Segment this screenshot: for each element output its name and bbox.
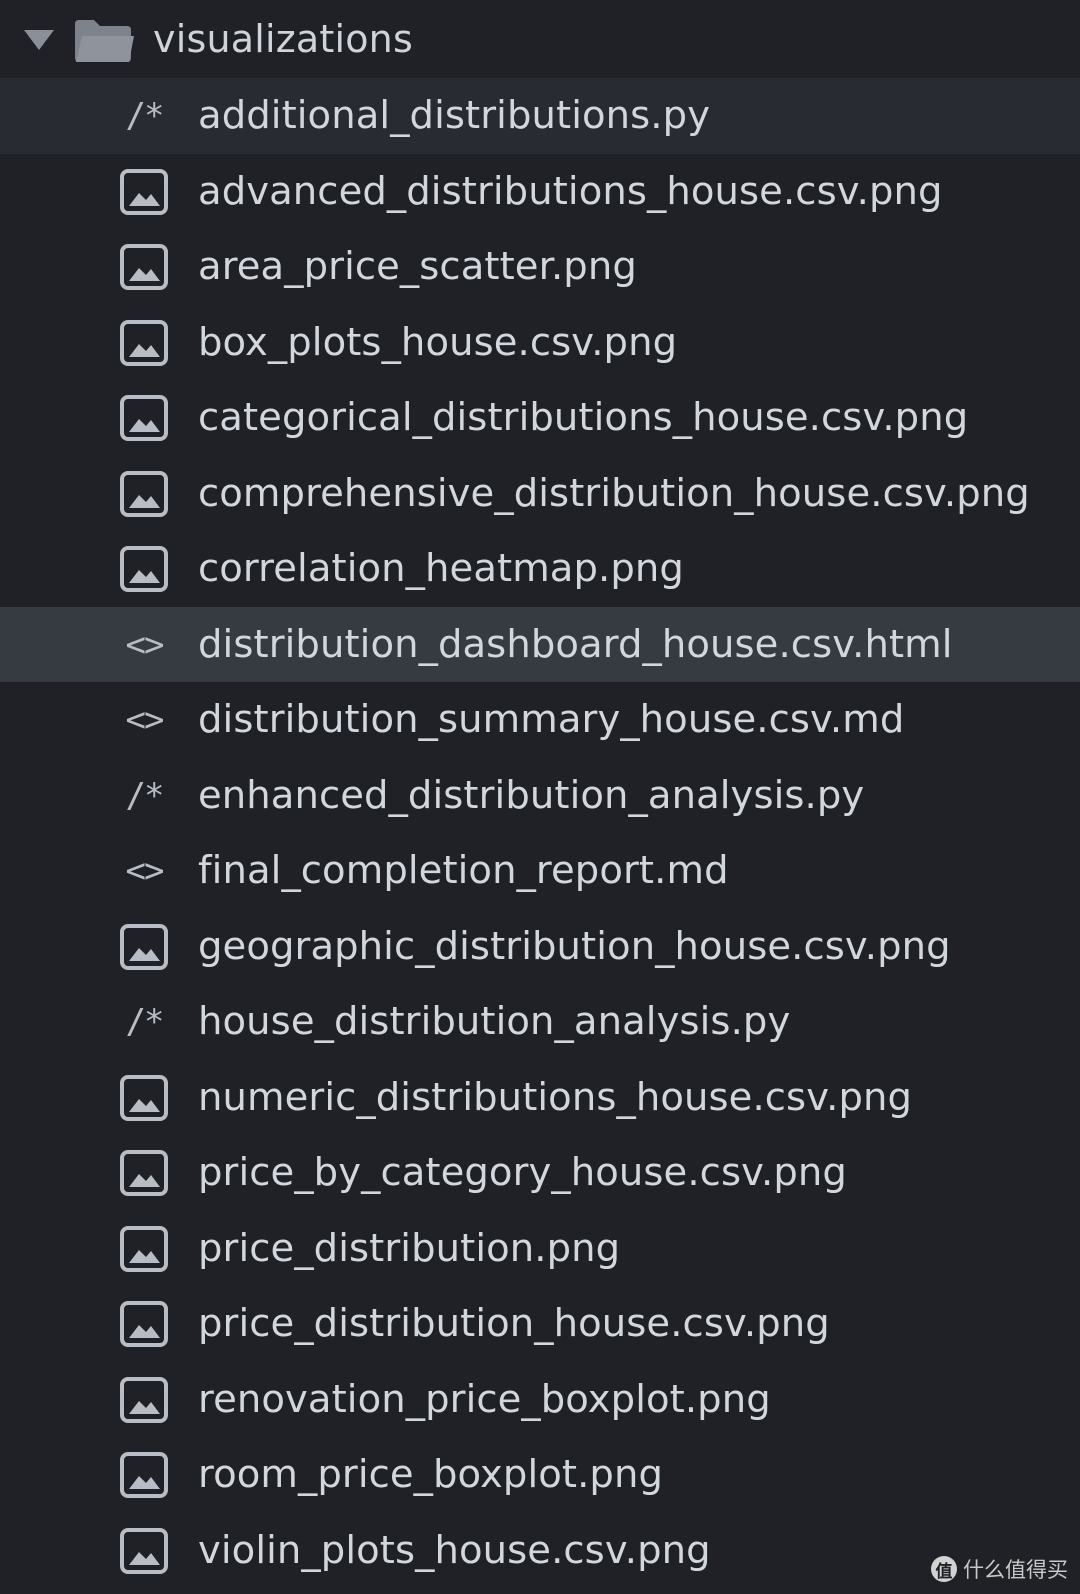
file-row[interactable]: price_distribution.png [0, 1211, 1080, 1287]
file-row[interactable]: room_price_boxplot.png [0, 1437, 1080, 1513]
icon-glyph: /* [125, 96, 165, 136]
watermark-text: 什么值得买 [963, 1558, 1068, 1582]
file-row[interactable]: correlation_heatmap.png [0, 531, 1080, 607]
file-tree: visualizations /* additional_distribution… [0, 0, 1080, 1588]
file-name: correlation_heatmap.png [198, 546, 684, 592]
file-row[interactable]: advanced_distributions_house.csv.png [0, 154, 1080, 230]
file-name: room_price_boxplot.png [198, 1452, 664, 1498]
image-icon [118, 1147, 170, 1199]
file-name: geographic_distribution_house.csv.png [198, 923, 951, 969]
file-row[interactable]: /* enhanced_distribution_analysis.py [0, 758, 1080, 834]
code-icon: <> [118, 619, 170, 671]
chevron-down-icon[interactable] [24, 30, 54, 50]
file-row[interactable]: violin_plots_house.csv.png [0, 1513, 1080, 1589]
file-name: area_price_scatter.png [198, 244, 637, 290]
file-name: house_distribution_analysis.py [198, 999, 791, 1045]
file-row[interactable]: <> final_completion_report.md [0, 833, 1080, 909]
image-icon [118, 166, 170, 218]
image-icon [118, 392, 170, 444]
folder-label: visualizations [153, 17, 413, 61]
python-comment-icon: /* [118, 90, 170, 142]
file-name: final_completion_report.md [198, 848, 729, 894]
file-name: price_by_category_house.csv.png [198, 1150, 847, 1196]
file-name: enhanced_distribution_analysis.py [198, 772, 865, 818]
python-comment-icon: /* [118, 996, 170, 1048]
file-name: renovation_price_boxplot.png [198, 1376, 771, 1422]
file-row[interactable]: /* house_distribution_analysis.py [0, 984, 1080, 1060]
file-row[interactable]: comprehensive_distribution_house.csv.png [0, 456, 1080, 532]
image-icon [118, 241, 170, 293]
folder-row-visualizations[interactable]: visualizations [0, 0, 1080, 78]
image-icon [118, 1223, 170, 1275]
file-row[interactable]: geographic_distribution_house.csv.png [0, 909, 1080, 985]
file-name: additional_distributions.py [198, 93, 711, 139]
file-name: distribution_summary_house.csv.md [198, 697, 905, 743]
icon-glyph: /* [125, 775, 165, 816]
icon-glyph: <> [125, 851, 165, 891]
image-icon [118, 1298, 170, 1350]
file-list: /* additional_distributions.py advanced_di… [0, 78, 1080, 1588]
file-row[interactable]: area_price_scatter.png [0, 229, 1080, 305]
file-name: numeric_distributions_house.csv.png [198, 1074, 913, 1120]
watermark-logo: 值 [931, 1556, 957, 1582]
file-name: price_distribution_house.csv.png [198, 1301, 830, 1347]
file-name: distribution_dashboard_house.csv.html [198, 621, 953, 667]
file-row[interactable]: price_by_category_house.csv.png [0, 1135, 1080, 1211]
image-icon [118, 1449, 170, 1501]
file-name: advanced_distributions_house.csv.png [198, 168, 943, 214]
file-row[interactable]: categorical_distributions_house.csv.png [0, 380, 1080, 456]
image-icon [118, 921, 170, 973]
icon-glyph: <> [125, 700, 165, 740]
file-row[interactable]: numeric_distributions_house.csv.png [0, 1060, 1080, 1136]
watermark: 值 什么值得买 [931, 1554, 1068, 1584]
file-row[interactable]: price_distribution_house.csv.png [0, 1286, 1080, 1362]
folder-icon [75, 20, 134, 62]
file-row[interactable]: <> distribution_dashboard_house.csv.html [0, 606, 1080, 682]
file-name: comprehensive_distribution_house.csv.png [198, 470, 1030, 516]
file-row[interactable]: box_plots_house.csv.png [0, 305, 1080, 381]
code-icon: <> [118, 694, 170, 746]
python-comment-icon: /* [118, 770, 170, 822]
icon-glyph: /* [125, 1002, 165, 1042]
image-icon [118, 468, 170, 520]
image-icon [118, 543, 170, 595]
image-icon [118, 317, 170, 369]
file-name: price_distribution.png [198, 1225, 621, 1271]
icon-glyph: <> [125, 624, 165, 665]
file-name: box_plots_house.csv.png [198, 319, 678, 365]
code-icon: <> [118, 845, 170, 897]
image-icon [118, 1072, 170, 1124]
file-name: violin_plots_house.csv.png [198, 1527, 711, 1573]
file-row[interactable]: <> distribution_summary_house.csv.md [0, 682, 1080, 758]
file-name: categorical_distributions_house.csv.png [198, 395, 969, 441]
image-icon [118, 1525, 170, 1577]
file-row[interactable]: renovation_price_boxplot.png [0, 1362, 1080, 1438]
file-row[interactable]: /* additional_distributions.py [0, 78, 1080, 154]
image-icon [118, 1374, 170, 1426]
